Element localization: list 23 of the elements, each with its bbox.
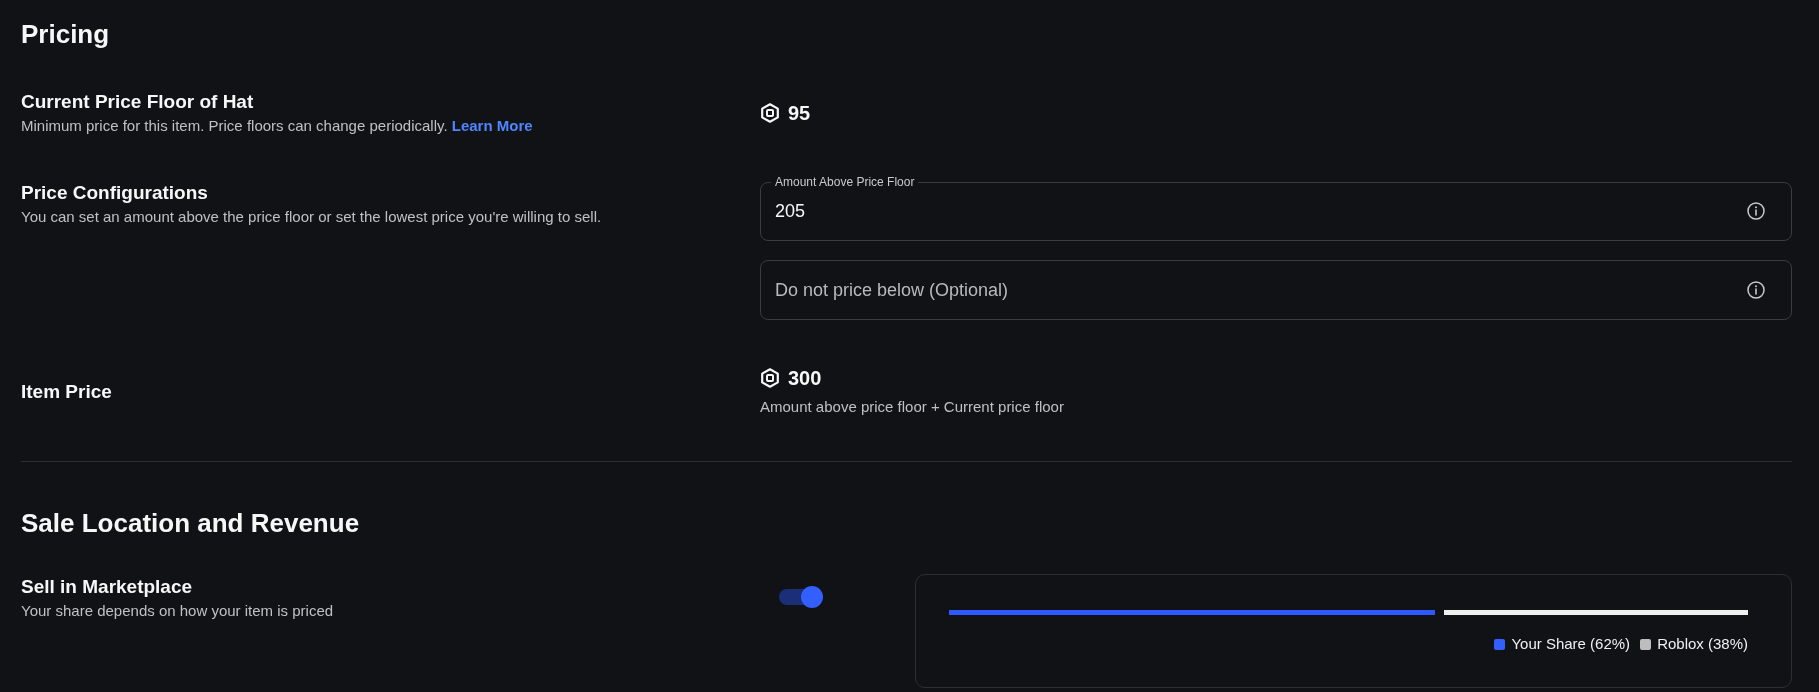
- description-text: Minimum price for this item. Price floors can change periodically. Learn More: [21, 116, 534, 136]
- hexagon-icon: [760, 103, 780, 123]
- description-text: Your share depends on how your item is priced: [21, 601, 335, 621]
- price-value: 95: [788, 102, 811, 124]
- input-box[interactable]: Amount Above Price Floor 205: [760, 176, 1792, 241]
- price-note: Amount above price floor + Current price floor: [760, 397, 1065, 417]
- info-icon[interactable]: [1747, 202, 1765, 220]
- section-title: Pricing: [21, 19, 111, 50]
- hexagon-icon: [760, 368, 780, 388]
- learn-more-link[interactable]: Learn More: [451, 117, 533, 134]
- legend-label: Roblox (38%): [1657, 634, 1748, 654]
- floating-label: Amount Above Price Floor: [774, 176, 916, 188]
- text-input[interactable]: 205: [775, 185, 1735, 237]
- row-label: Item Price: [21, 380, 113, 404]
- description-text: You can set an amount above the price floor or set the lowest price you're willing to sell.: [21, 207, 603, 227]
- row-label: Current Price Floor of Hat: [21, 90, 255, 114]
- row-label: Price Configurations: [21, 181, 209, 205]
- row-label: Sell in Marketplace: [21, 575, 194, 599]
- section-title: Sale Location and Revenue: [21, 508, 361, 539]
- price-value: 300: [788, 367, 822, 389]
- toggle-switch[interactable]: [779, 586, 823, 608]
- info-icon[interactable]: [1747, 281, 1765, 299]
- legend-label: Your Share (62%): [1511, 634, 1631, 654]
